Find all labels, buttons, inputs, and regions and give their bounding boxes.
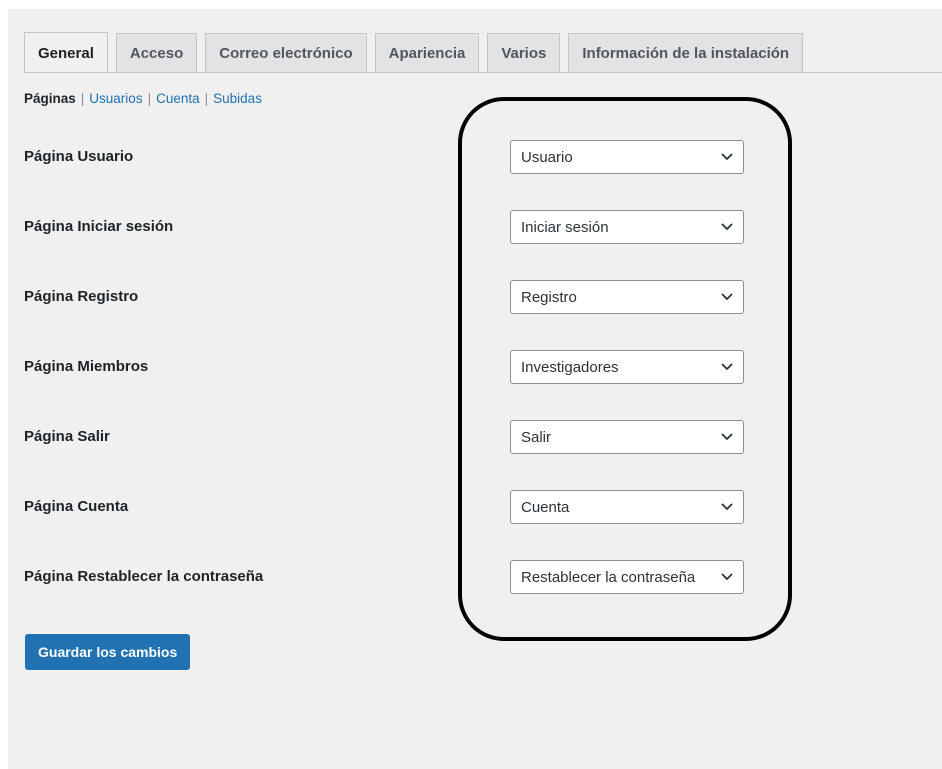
chevron-down-icon [721,363,733,370]
select-value: Registro [521,288,577,306]
label-pagina-registro: Página Registro [24,288,139,305]
tab-general[interactable]: General [24,32,108,73]
chevron-down-icon [721,433,733,440]
chevron-down-icon [721,573,733,580]
select-value: Restablecer la contraseña [521,568,696,586]
label-pagina-restablecer-contrasena: Página Restablecer la contraseña [24,568,264,585]
tab-correo-electronico[interactable]: Correo electrónico [205,33,367,72]
chevron-down-icon [721,503,733,510]
select-value: Iniciar sesión [521,218,609,236]
select-pagina-miembros[interactable]: Investigadores [510,350,744,384]
label-pagina-miembros: Página Miembros [24,358,149,375]
chevron-down-icon [721,223,733,230]
label-pagina-iniciar-sesion: Página Iniciar sesión [24,218,174,235]
tab-label: Varios [501,44,547,62]
subsection-nav: Páginas | Usuarios | Cuenta | Subidas [24,91,262,106]
select-pagina-restablecer-contrasena[interactable]: Restablecer la contraseña [510,560,744,594]
select-value: Cuenta [521,498,570,516]
tab-varios[interactable]: Varios [487,33,561,72]
label-pagina-salir: Página Salir [24,428,110,445]
select-pagina-cuenta[interactable]: Cuenta [510,490,744,524]
subnav-current-paginas: Páginas [24,91,76,106]
select-value: Usuario [521,148,573,166]
chevron-down-icon [721,153,733,160]
tab-divider [24,72,942,73]
tab-informacion-instalacion[interactable]: Información de la instalación [568,33,804,72]
select-pagina-usuario[interactable]: Usuario [510,140,744,174]
subnav-separator: | [147,91,152,106]
subnav-separator: | [204,91,209,106]
select-value: Investigadores [521,358,619,376]
chevron-down-icon [721,293,733,300]
tab-label: Correo electrónico [219,44,353,62]
subnav-link-subidas[interactable]: Subidas [213,91,262,106]
subnav-separator: | [80,91,85,106]
select-pagina-salir[interactable]: Salir [510,420,744,454]
subnav-link-usuarios[interactable]: Usuarios [89,91,142,106]
tab-apariencia[interactable]: Apariencia [374,33,480,72]
tab-label: Acceso [129,44,184,62]
tab-label: Apariencia [388,44,466,62]
settings-tabs: General Acceso Correo electrónico Aparie… [24,32,811,73]
select-pagina-iniciar-sesion[interactable]: Iniciar sesión [510,210,744,244]
label-pagina-usuario: Página Usuario [24,148,134,165]
subnav-link-cuenta[interactable]: Cuenta [156,91,200,106]
select-pagina-registro[interactable]: Registro [510,280,744,314]
save-changes-button[interactable]: Guardar los cambios [25,634,191,670]
select-value: Salir [521,428,552,446]
tab-label: General [38,44,94,62]
label-pagina-cuenta: Página Cuenta [24,498,129,515]
tab-label: Información de la instalación [582,44,790,62]
tab-acceso[interactable]: Acceso [115,33,198,72]
